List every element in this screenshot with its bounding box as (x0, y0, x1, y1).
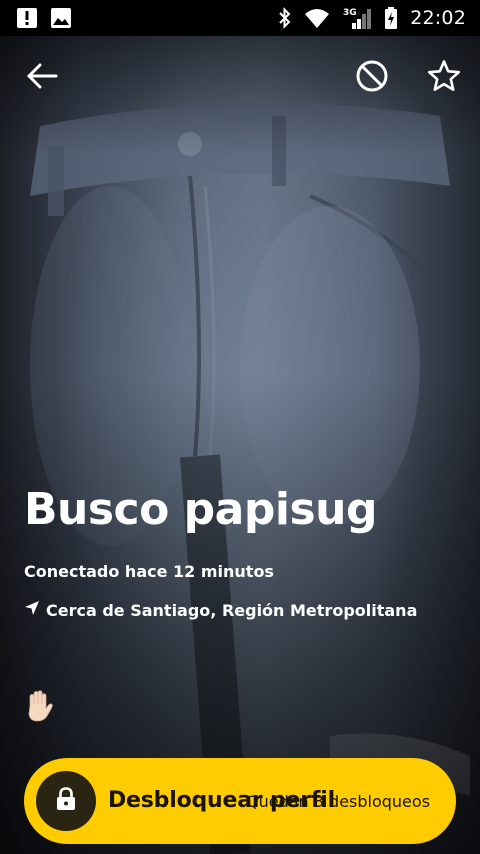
signal-icon: 3G (342, 6, 372, 30)
star-outline-icon (427, 59, 461, 98)
svg-text:3G: 3G (343, 8, 357, 18)
wifi-icon (304, 7, 330, 29)
lock-icon-circle (36, 771, 96, 831)
wave-button[interactable] (24, 690, 54, 722)
alert-icon (16, 7, 38, 29)
location-text: Cerca de Santiago, Región Metropolitana (46, 601, 418, 620)
image-icon (50, 7, 72, 29)
battery-charging-icon (384, 6, 398, 30)
location-row: Cerca de Santiago, Región Metropolitana (24, 600, 464, 621)
block-button[interactable] (350, 56, 394, 100)
profile-info: Busco papisug Conectado hace 12 minutos … (24, 480, 464, 621)
profile-name: Busco papisug (24, 484, 377, 535)
favorite-button[interactable] (422, 56, 466, 100)
location-arrow-icon (24, 600, 40, 621)
wave-hand-icon (24, 690, 54, 726)
unlock-profile-button[interactable]: Quedan 3 desbloqueos Desbloquear perfil (24, 758, 456, 844)
last-seen-status: Conectado hace 12 minutos (24, 562, 274, 581)
profile-photo[interactable] (0, 36, 480, 854)
top-action-bar (0, 56, 480, 104)
block-icon (355, 59, 389, 98)
lock-icon (55, 786, 77, 816)
arrow-back-icon (26, 63, 58, 94)
status-bar: 3G 22:02 (0, 0, 480, 36)
status-bar-left (16, 7, 72, 29)
bluetooth-icon (278, 7, 292, 29)
unlock-profile-label: Desbloquear perfil (108, 788, 335, 813)
back-button[interactable] (20, 56, 64, 100)
status-time: 22:02 (410, 7, 466, 29)
status-bar-right: 3G 22:02 (278, 6, 466, 30)
